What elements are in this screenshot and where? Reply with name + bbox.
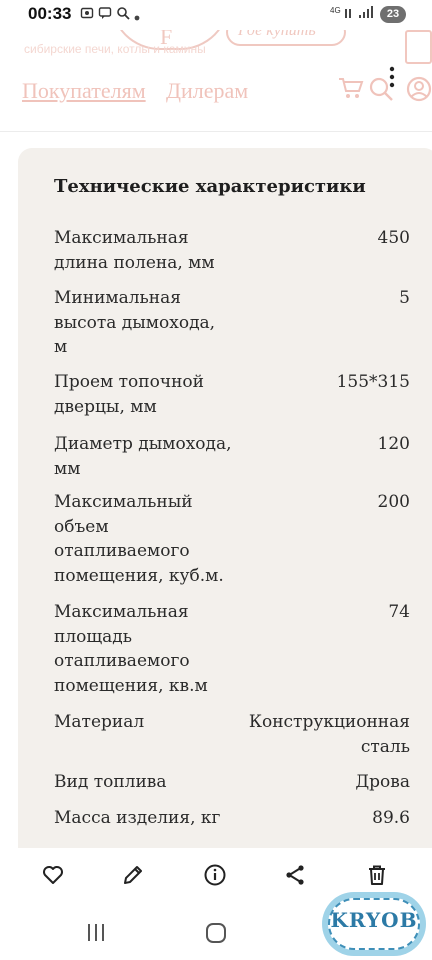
site-tagline: сибирские печи, котлы и камины	[24, 42, 206, 56]
spec-row: Минимальная высота дымохода, м 5	[54, 286, 410, 360]
spec-label: Минимальная высота дымохода, м	[54, 288, 216, 357]
spec-value: 155*315	[336, 372, 410, 392]
spec-label: Диаметр дымохода, мм	[54, 434, 232, 479]
nav-link-buyers[interactable]: Покупателям	[22, 78, 146, 104]
spec-label: Максимальная длина полена, мм	[54, 228, 215, 273]
spec-row: Максимальный объем отапливаемого помещен…	[54, 490, 410, 588]
spec-label: Проем топочной дверцы, мм	[54, 372, 204, 417]
specs-title: Технические характеристики	[54, 176, 366, 197]
watermark-text: KRYOB	[330, 908, 418, 932]
spec-row: Максимальная площадь отапливаемого помещ…	[54, 600, 410, 698]
dot-indicator-icon	[134, 10, 140, 24]
cart-icon[interactable]	[338, 76, 364, 106]
spec-label: Материал	[54, 712, 145, 732]
spec-label: Максимальный объем отапливаемого помещен…	[54, 492, 224, 586]
network-type-label: 4G	[330, 6, 341, 15]
message-icon	[98, 6, 112, 23]
edit-icon[interactable]	[118, 860, 148, 890]
recent-apps-icon[interactable]	[86, 924, 106, 942]
spec-value: 200	[377, 492, 410, 512]
spec-value: 89.6	[372, 808, 410, 828]
watermark-logo: KRYOB	[322, 892, 426, 956]
favorite-icon[interactable]	[38, 860, 68, 890]
specs-card: Технические характеристики Максимальная …	[18, 148, 432, 868]
signal-icon	[345, 6, 375, 23]
spec-value: Дрова	[355, 772, 410, 792]
header-divider	[0, 131, 432, 132]
spec-row: Материал Конструкционная сталь	[54, 710, 410, 760]
spec-value: 74	[388, 602, 410, 622]
home-icon[interactable]	[206, 923, 226, 943]
status-time: 00:33	[28, 4, 72, 23]
spec-label: Максимальная площадь отапливаемого помещ…	[54, 602, 208, 696]
spec-value: 120	[377, 434, 410, 454]
site-header: F Где купить сибирские печи, котлы и кам…	[0, 0, 432, 132]
spec-row: Проем топочной дверцы, мм 155*315	[54, 370, 410, 420]
status-bar: 00:33 4G 23	[0, 0, 432, 30]
share-icon[interactable]	[280, 860, 310, 890]
delete-icon[interactable]	[362, 860, 392, 890]
spec-row: Масса изделия, кг 89.6	[54, 806, 410, 832]
spec-label: Вид топлива	[54, 772, 167, 792]
search-icon	[116, 6, 130, 23]
calculator-icon[interactable]	[405, 30, 432, 64]
user-icon[interactable]	[406, 76, 432, 108]
spec-value: Конструкционная сталь	[248, 712, 410, 757]
battery-icon: 23	[380, 6, 406, 23]
spec-row: Вид топлива Дрова	[54, 770, 410, 796]
screenshot-icon	[80, 6, 94, 23]
more-vertical-icon[interactable]	[384, 66, 400, 96]
nav-link-dealers[interactable]: Дилерам	[166, 78, 248, 104]
spec-label: Масса изделия, кг	[54, 808, 221, 828]
spec-row: Максимальная длина полена, мм 450	[54, 226, 410, 276]
spec-value: 450	[377, 228, 410, 248]
spec-value: 5	[399, 288, 410, 308]
spec-row: Диаметр дымохода, мм 120	[54, 432, 410, 482]
info-icon[interactable]	[200, 860, 230, 890]
